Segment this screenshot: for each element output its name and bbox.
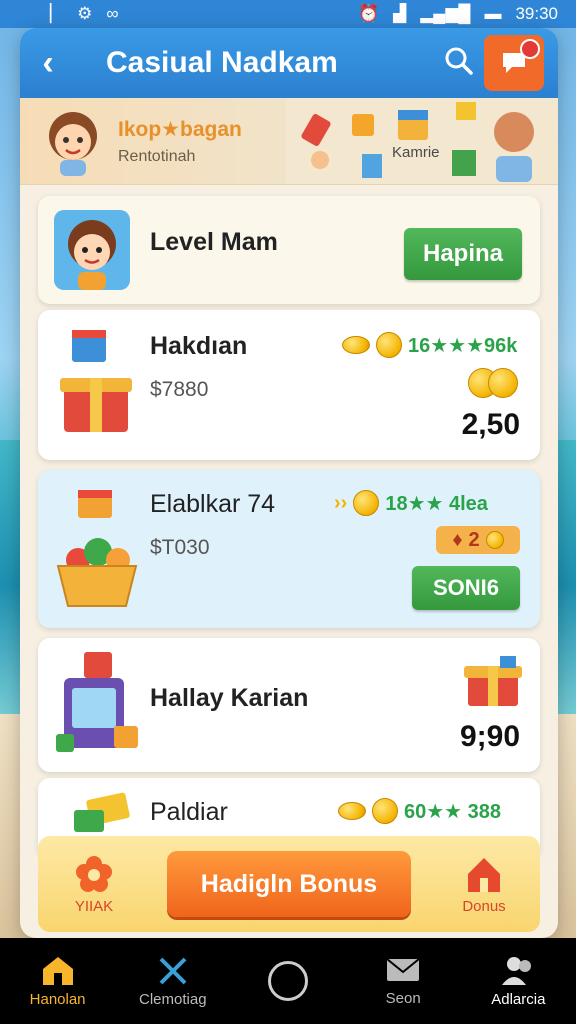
search-icon — [445, 47, 473, 75]
nav-home-button[interactable] — [233, 961, 343, 1001]
nav-mail-label: Seon — [385, 989, 421, 1007]
level-action-button[interactable]: Hapina — [404, 228, 522, 280]
signal-icon: ▟ — [393, 4, 407, 23]
reward-stats-text: 16★★★96k — [408, 334, 518, 357]
status-time: 39:30 — [515, 4, 558, 23]
reward-card-3[interactable]: Hallay Karian 9;90 — [38, 638, 540, 772]
arrows-icon: ›› — [334, 491, 348, 514]
reward-card-2[interactable]: Elablkar 74 $T030 ›› 18★★ 4lea ♦ 2 SONI6 — [38, 470, 540, 628]
house-icon — [468, 857, 500, 892]
chevron-left-icon: ‹ — [42, 43, 54, 82]
alarm-icon: ⏰ — [357, 4, 380, 23]
reward-action-button[interactable]: SONI6 — [412, 566, 520, 610]
banner-left: Ikop★bagan Rentotinah — [20, 98, 286, 184]
nav-mail[interactable]: Seon — [348, 956, 458, 1007]
reward-stats: 16★★★96k — [342, 332, 517, 358]
banner-subtitle: Rentotinah — [118, 147, 196, 165]
ticket-icon — [74, 792, 130, 832]
reward-price: $T030 — [150, 536, 210, 559]
mail-icon — [386, 957, 420, 981]
gem-counter: ♦ 2 — [436, 526, 520, 554]
people-icon — [502, 956, 532, 985]
flower-icon — [76, 855, 112, 892]
home-icon — [42, 956, 73, 985]
chat-button[interactable] — [484, 35, 544, 91]
reward-title: Paldiar — [150, 798, 228, 826]
bonus-bar: YIIAK Hadigln Bonus Donus — [38, 836, 540, 932]
bonus-button[interactable]: Hadigln Bonus — [167, 851, 411, 917]
gift-box-icon — [60, 330, 132, 432]
slot-machine-icon — [56, 652, 138, 752]
banner-right-label: Kamrie — [392, 144, 440, 161]
tools-icon — [159, 957, 187, 984]
banner-title: Ikop★bagan — [118, 117, 242, 141]
banner-right: Kamrie — [286, 98, 558, 184]
reward-title: Elablkar 74 — [150, 490, 276, 518]
reward-card-1[interactable]: Hakdıan $7880 16★★★96k 2,50 — [38, 310, 540, 460]
reward-stats-text: 60★★ 388 — [404, 800, 502, 823]
search-button[interactable] — [434, 46, 484, 81]
page-title: Casiual Nadkam — [106, 46, 338, 79]
bonus-right-label: Donus — [462, 897, 506, 915]
coin-icon — [342, 336, 370, 354]
notification-icon: ▏ — [50, 4, 64, 23]
nav-home[interactable]: Hanolan — [3, 955, 113, 1008]
coin-stack-icon — [468, 368, 518, 403]
reward-stats-text: 18★★ 4lea — [385, 492, 488, 515]
back-button[interactable]: ‹ — [20, 44, 76, 83]
circle-home-button — [267, 961, 308, 1001]
nav-people[interactable]: Adlarcia — [463, 955, 573, 1008]
link-status-icon: ∞ — [106, 4, 119, 23]
coin-icon — [338, 802, 366, 820]
reward-value: 2,50 — [461, 408, 520, 441]
reward-price: $7880 — [150, 378, 209, 401]
reward-stats: 60★★ 388 — [338, 798, 501, 824]
notification-badge — [520, 39, 540, 59]
coin-icon — [372, 798, 398, 824]
status-bar: ▏ ⚙ ∞ ⏰ ▟ ▂▄▆█ ▬ 39:30 — [0, 0, 576, 28]
girl-avatar-icon — [49, 112, 97, 176]
bottom-navigation: Hanolan Clemotiag Seon Adlarcia — [0, 938, 576, 1024]
bonus-left-label: YIIAK — [74, 897, 114, 915]
reward-value: 9;90 — [459, 720, 520, 753]
coin-icon — [485, 531, 504, 549]
level-title: Level Mam — [150, 228, 278, 256]
bonus-right-button[interactable]: Donus — [446, 854, 522, 915]
gift-box-icon — [464, 656, 522, 706]
nav-home-label: Hanolan — [29, 990, 86, 1008]
settings-status-icon: ⚙ — [77, 4, 93, 23]
avatar-icon — [54, 210, 130, 290]
nav-tools[interactable]: Clemotiag — [118, 955, 228, 1008]
fruit-basket-icon — [56, 490, 138, 607]
promo-banner[interactable]: Ikop★bagan Rentotinah Kamrie — [20, 98, 558, 185]
bonus-left-button[interactable]: YIIAK — [56, 854, 132, 915]
banner-items-illustration — [301, 102, 534, 182]
app-window: ‹ Casiual Nadkam Ikop★bagan Rentotinah K… — [20, 28, 558, 938]
gem-icon: ♦ — [452, 528, 463, 551]
reward-title: Hallay Karian — [150, 684, 309, 712]
coin-icon — [376, 332, 402, 358]
gem-count: 2 — [468, 528, 480, 551]
battery-icon: ▬ — [484, 4, 502, 23]
top-bar: ‹ Casiual Nadkam — [20, 28, 558, 98]
signal-bars-icon: ▂▄▆█ — [420, 4, 471, 23]
nav-people-label: Adlarcia — [491, 990, 546, 1008]
coin-icon — [353, 490, 380, 516]
reward-stats: ›› 18★★ 4lea — [334, 490, 488, 516]
level-card[interactable]: Level Mam Hapina — [38, 196, 540, 304]
reward-title: Hakdıan — [150, 332, 248, 360]
nav-tools-label: Clemotiag — [139, 990, 207, 1008]
